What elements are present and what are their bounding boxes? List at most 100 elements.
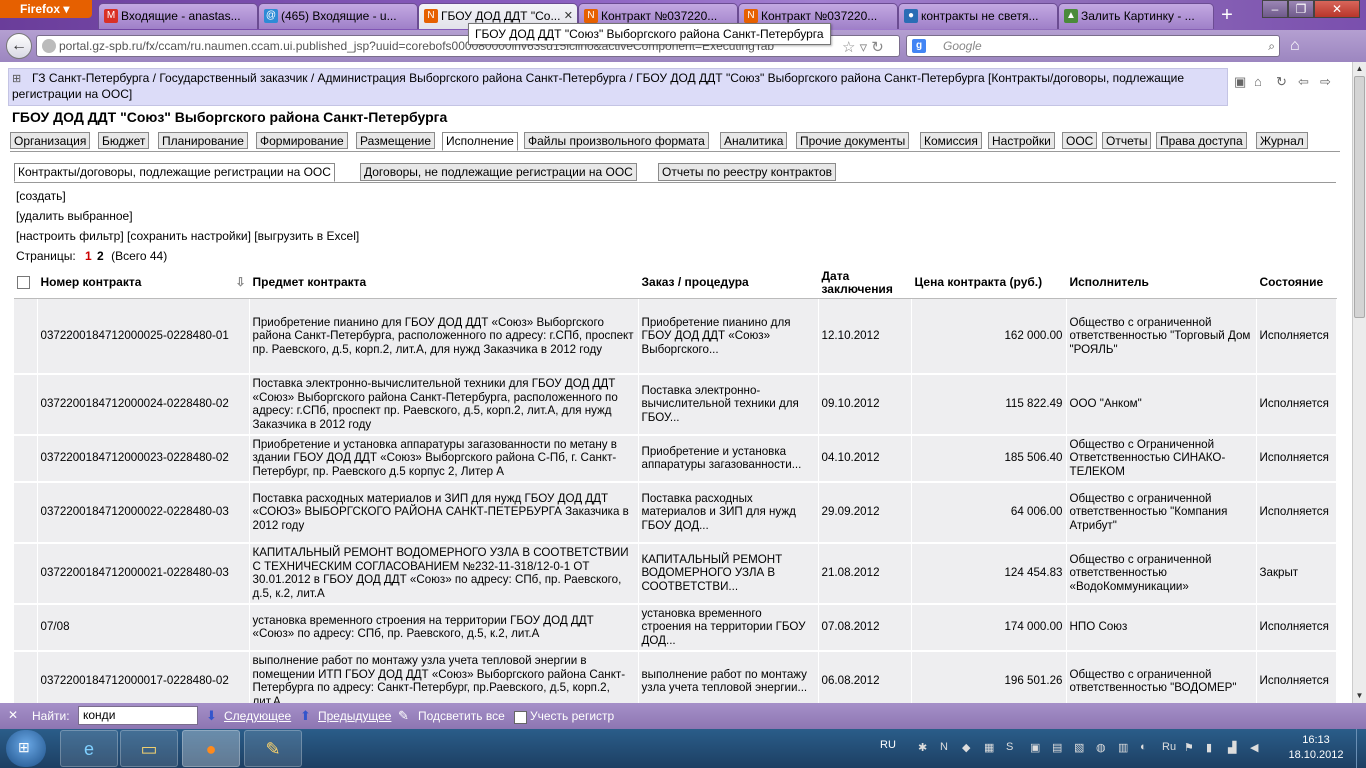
contract-number[interactable]: 0372200184712000025-0228480-01: [37, 298, 250, 375]
col-header-number[interactable]: Номер контракта ⇩: [37, 267, 250, 299]
firefox-taskbar-icon[interactable]: ●: [182, 730, 240, 767]
bookmark-star-icon[interactable]: ☆ ▿ ↻: [842, 38, 884, 56]
row-select-cell[interactable]: [14, 373, 38, 436]
internet-explorer-icon[interactable]: e: [60, 730, 118, 767]
contract-order[interactable]: Поставка расходных материалов и ЗИП для …: [638, 481, 819, 544]
col-header-date[interactable]: Дата заключения: [818, 267, 912, 299]
power-icon[interactable]: ▮: [1206, 741, 1212, 754]
table-row[interactable]: 0372200184712000025-0228480-01 Приобрете…: [14, 298, 1337, 375]
tray-app-icon[interactable]: ▦: [984, 741, 994, 754]
home-page-icon[interactable]: ⌂: [1254, 74, 1262, 89]
tab-settings[interactable]: Настройки: [988, 132, 1055, 149]
tab-forming[interactable]: Формирование: [256, 132, 348, 149]
table-row[interactable]: 07/08 установка временного строения на т…: [14, 603, 1337, 652]
setup-filter-link[interactable]: [настроить фильтр]: [16, 229, 124, 243]
close-window-button[interactable]: ✕: [1314, 0, 1360, 18]
network-signal-icon[interactable]: ▟: [1228, 741, 1236, 754]
delete-selected-link[interactable]: [удалить выбранное]: [16, 209, 133, 223]
tab-oos[interactable]: ООС: [1062, 132, 1098, 149]
select-all-checkbox[interactable]: [17, 276, 30, 290]
table-row[interactable]: 0372200184712000021-0228480-03 КАПИТАЛЬН…: [14, 542, 1337, 605]
col-header-state[interactable]: Состояние: [1256, 267, 1337, 299]
tab-analytics[interactable]: Аналитика: [720, 132, 788, 149]
highlight-all-button[interactable]: Подсветить все: [418, 709, 505, 723]
tab-commission[interactable]: Комиссия: [920, 132, 982, 149]
arrow-up-icon[interactable]: ⬆: [300, 708, 311, 724]
row-select-cell[interactable]: [14, 603, 38, 652]
save-settings-link[interactable]: [сохранить настройки]: [127, 229, 251, 243]
clock[interactable]: 16:13 18.10.2012: [1284, 733, 1348, 763]
find-previous-button[interactable]: Предыдущее: [318, 709, 391, 723]
contract-number[interactable]: 0372200184712000024-0228480-02: [37, 373, 250, 436]
row-select-cell[interactable]: [14, 542, 38, 605]
contract-order[interactable]: установка временного строения на террито…: [638, 603, 819, 652]
search-icon[interactable]: ⌕: [1268, 36, 1275, 56]
scroll-up-icon[interactable]: ▲: [1353, 62, 1366, 76]
file-explorer-icon[interactable]: ▭: [120, 730, 178, 767]
restore-button[interactable]: ❐: [1288, 0, 1314, 18]
tray-app-n-icon[interactable]: N: [940, 741, 948, 753]
table-row[interactable]: 0372200184712000022-0228480-03 Поставка …: [14, 481, 1337, 544]
close-findbar-icon[interactable]: ✕: [8, 708, 18, 722]
tray-app-icon[interactable]: ◆: [962, 741, 970, 754]
folder-icon[interactable]: ▣: [1234, 74, 1246, 90]
col-header-order[interactable]: Заказ / процедура: [638, 267, 819, 299]
site-identity-icon[interactable]: [42, 39, 56, 53]
bluetooth-icon[interactable]: ✱: [918, 741, 927, 754]
tab-access-rights[interactable]: Права доступа: [1156, 132, 1247, 149]
language-indicator[interactable]: RU: [880, 739, 896, 751]
contract-order[interactable]: Поставка электронно-вычислительной техни…: [638, 373, 819, 436]
subtab-unregistered-contracts[interactable]: Договоры, не подлежащие регистрации на О…: [360, 163, 637, 181]
contract-number[interactable]: 07/08: [37, 603, 250, 652]
next-arrow-icon[interactable]: ⇨: [1320, 74, 1331, 90]
col-header-subject[interactable]: Предмет контракта: [249, 267, 639, 299]
browser-tab[interactable]: @ (465) Входящие - u...: [258, 3, 418, 29]
search-bar[interactable]: g Google ⌕: [906, 35, 1280, 57]
browser-tab[interactable]: ▲ Залить Картинку - ...: [1058, 3, 1214, 29]
contract-order[interactable]: КАПИТАЛЬНЫЙ РЕМОНТ ВОДОМЕРНОГО УЗЛА В СО…: [638, 542, 819, 605]
tray-app-icon[interactable]: ▧: [1074, 741, 1084, 754]
find-input[interactable]: конди: [78, 706, 198, 725]
table-row[interactable]: 0372200184712000024-0228480-02 Поставка …: [14, 373, 1337, 436]
browser-tab[interactable]: ● контракты не светя...: [898, 3, 1058, 29]
tray-app-icon[interactable]: ▥: [1118, 741, 1128, 754]
row-select-cell[interactable]: [14, 298, 38, 375]
show-desktop-button[interactable]: [1356, 729, 1366, 768]
row-select-cell[interactable]: [14, 481, 38, 544]
breadcrumb-text[interactable]: ГЗ Санкт-Петербурга / Государственный за…: [12, 71, 1184, 101]
paint-icon[interactable]: ✎: [244, 730, 302, 767]
row-select-cell[interactable]: [14, 434, 38, 483]
refresh-icon[interactable]: ↻: [1276, 74, 1287, 90]
table-row[interactable]: 0372200184712000023-0228480-02 Приобрете…: [14, 434, 1337, 483]
find-next-button[interactable]: Следующее: [224, 709, 291, 723]
subtab-contract-reports[interactable]: Отчеты по реестру контрактов: [658, 163, 837, 181]
sort-down-icon[interactable]: ⇩: [235, 276, 245, 289]
home-icon[interactable]: ⌂: [1290, 37, 1300, 55]
export-excel-link[interactable]: [выгрузить в Excel]: [254, 229, 359, 243]
tab-budget[interactable]: Бюджет: [98, 132, 150, 149]
tab-reports[interactable]: Отчеты: [1102, 132, 1152, 149]
col-header-contractor[interactable]: Исполнитель: [1066, 267, 1257, 299]
new-tab-button[interactable]: +: [1216, 4, 1238, 26]
tab-execution[interactable]: Исполнение: [442, 132, 518, 151]
tab-other-documents[interactable]: Прочие документы: [796, 132, 910, 149]
firefox-menu-button[interactable]: Firefox ▾: [0, 0, 92, 18]
contract-number[interactable]: 0372200184712000022-0228480-03: [37, 481, 250, 544]
contract-number[interactable]: 0372200184712000023-0228480-02: [37, 434, 250, 483]
page-scrollbar[interactable]: ▲ ▼: [1352, 62, 1366, 703]
start-button[interactable]: ⊞: [6, 730, 46, 767]
tab-files[interactable]: Файлы произвольного формата: [524, 132, 709, 149]
page-2-link[interactable]: 2: [97, 249, 104, 263]
select-all-cell[interactable]: [14, 267, 38, 299]
contract-order[interactable]: Приобретение и установка аппаратуры зага…: [638, 434, 819, 483]
tab-journal[interactable]: Журнал: [1256, 132, 1308, 149]
contract-order[interactable]: Приобретение пианино для ГБОУ ДОД ДДТ «С…: [638, 298, 819, 375]
tab-planning[interactable]: Планирование: [158, 132, 248, 149]
browser-tab[interactable]: M Входящие - anastas...: [98, 3, 258, 29]
arrow-down-icon[interactable]: ⬇: [206, 708, 217, 724]
page-1-link[interactable]: 1: [85, 249, 92, 263]
volume-icon[interactable]: ◀: [1250, 741, 1258, 754]
tray-app-icon[interactable]: ◐: [1140, 741, 1147, 753]
minimize-button[interactable]: –: [1262, 0, 1288, 18]
tray-app-ru-icon[interactable]: Ru: [1162, 741, 1176, 753]
